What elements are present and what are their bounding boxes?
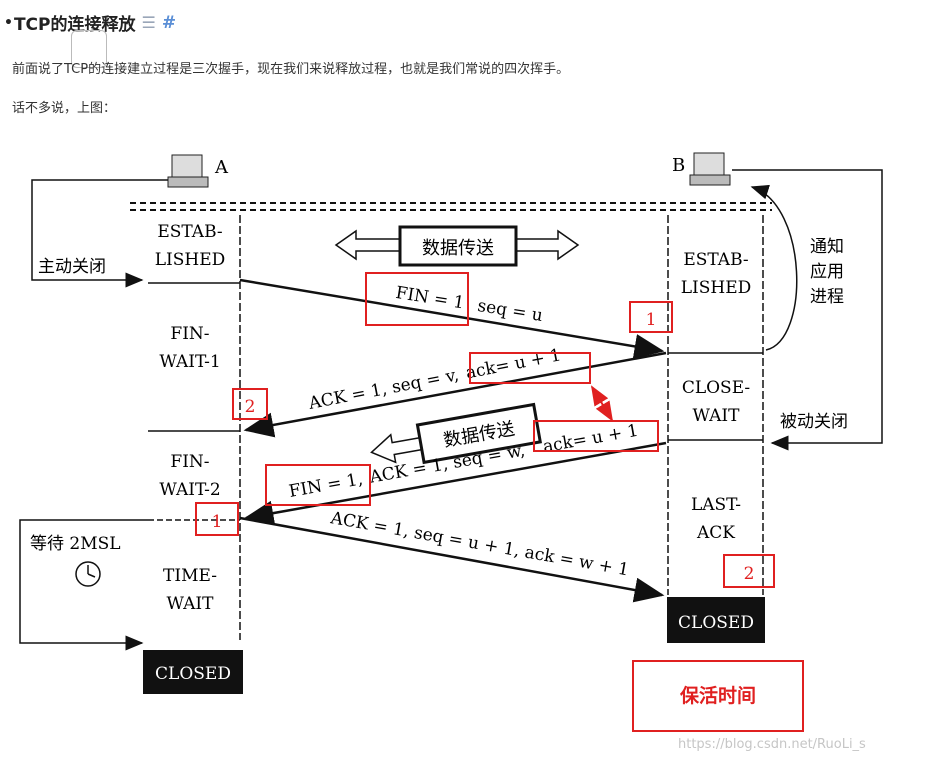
b-state-lastack-2: ACK (696, 523, 735, 543)
a-state-estab-1: ESTAB- (157, 222, 222, 242)
host-b-label: B (672, 155, 685, 176)
anchor-link-icon[interactable]: # (162, 13, 176, 33)
b-state-estab-1: ESTAB- (683, 250, 748, 270)
notify-app-1: 通知 (810, 237, 844, 257)
computer-b-icon (689, 152, 731, 186)
label-a-1: 1 (212, 512, 223, 532)
a-state-timewait-2: WAIT (167, 594, 215, 614)
bullet: • (4, 14, 13, 31)
a-state-finwait2-1: FIN- (170, 452, 209, 472)
msg4-label: ACK = 1, seq = u + 1, ack = w + 1 (328, 508, 630, 580)
keepalive-label: 保活时间 (679, 684, 756, 707)
computer-a-icon (167, 154, 209, 188)
passive-close-label: 被动关闭 (780, 412, 848, 432)
label-b-2: 2 (744, 564, 755, 584)
a-state-finwait1-2: WAIT-1 (159, 352, 220, 372)
active-close-label: 主动关闭 (38, 257, 106, 277)
msg2-ack-label: ACK = 1, seq = v, (306, 365, 460, 414)
intro-paragraph: 前面说了TCP的连接建立过程是三次握手，现在我们来说释放过程，也就是我们常说的四… (12, 62, 570, 77)
watermark: https://blog.csdn.net/RuoLi_s (678, 737, 866, 752)
a-closed-label: CLOSED (155, 664, 231, 684)
a-state-finwait2-2: WAIT-2 (159, 480, 220, 500)
list-icon[interactable]: ☰ (142, 13, 156, 32)
a-state-finwait1-1: FIN- (170, 324, 209, 344)
msg3-fin-label: FIN = 1, (287, 469, 364, 502)
a-state-timewait-1: TIME- (163, 566, 217, 586)
b-state-closewait-1: CLOSE- (682, 378, 750, 398)
b-state-estab-2: LISHED (681, 278, 752, 298)
host-a-label: A (214, 157, 229, 178)
tcp-teardown-diagram: A B ESTAB- LISHED FIN- WAIT-1 FIN- WAIT-… (0, 125, 950, 770)
b-state-closewait-2: WAIT (693, 406, 741, 426)
clock-icon (75, 561, 101, 587)
intro-paragraph-2: 话不多说，上图： (12, 101, 117, 116)
label-b-1: 1 (646, 310, 657, 330)
msg2-ackno-label: ack= u + 1 (464, 345, 562, 383)
b-state-lastack-1: LAST- (691, 495, 741, 515)
a-state-estab-2: LISHED (155, 250, 226, 270)
wait-2msl-label: 等待 2MSL (30, 534, 121, 554)
label-a-2: 2 (245, 397, 256, 417)
notify-app-3: 进程 (810, 287, 844, 307)
notify-app-2: 应用 (810, 262, 844, 282)
data-transfer-label-1: 数据传送 (422, 238, 494, 259)
b-closed-label: CLOSED (678, 613, 754, 633)
